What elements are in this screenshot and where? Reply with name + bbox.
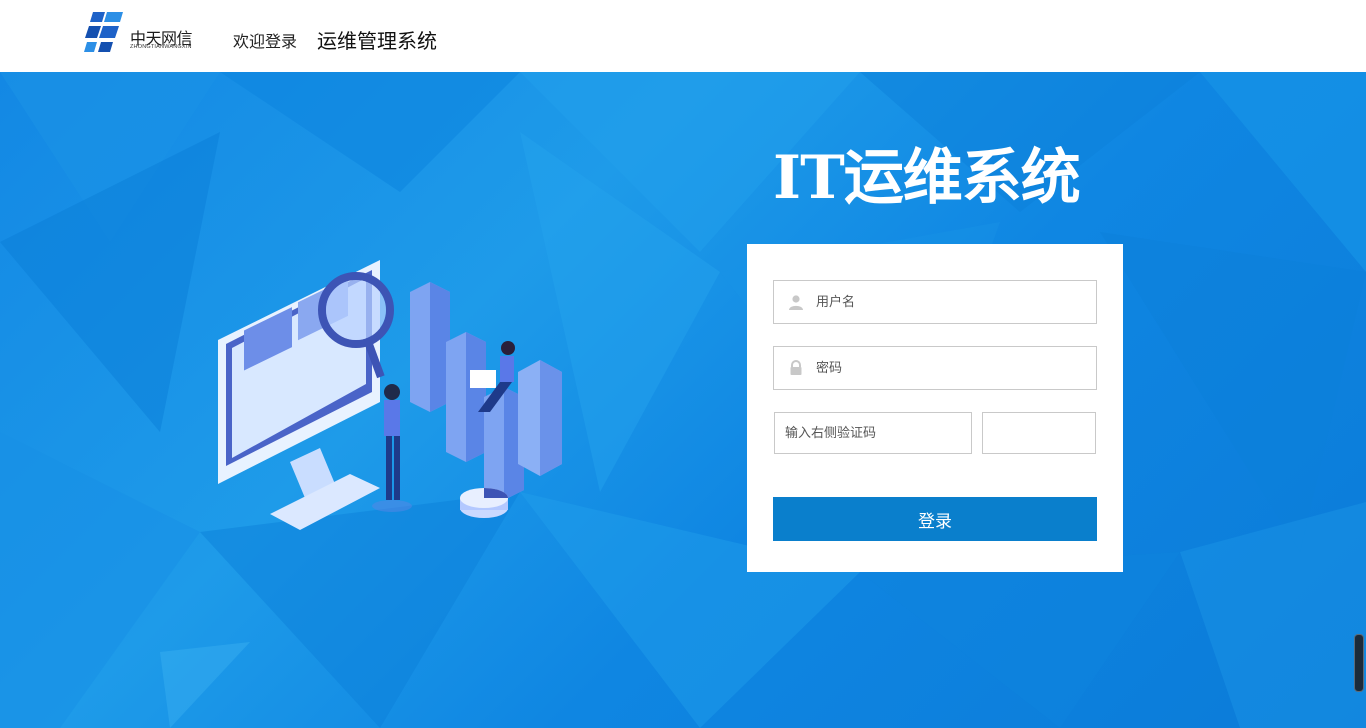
- welcome-text: 欢迎登录: [233, 32, 298, 51]
- top-header: 中天网信 ZHONGTIANWANGXIN 欢迎登录 运维管理系统: [0, 0, 1366, 72]
- company-logo[interactable]: 中天网信 ZHONGTIANWANGXIN: [83, 8, 208, 54]
- user-icon: [789, 295, 803, 310]
- logo-mark-icon: [84, 12, 123, 52]
- username-input[interactable]: [816, 281, 1086, 323]
- captcha-input[interactable]: [785, 413, 965, 453]
- username-field[interactable]: [773, 280, 1097, 324]
- captcha-field[interactable]: [774, 412, 972, 454]
- login-button[interactable]: 登录: [773, 497, 1097, 541]
- password-input[interactable]: [816, 347, 1086, 389]
- login-panel: 登录: [747, 244, 1123, 572]
- captcha-image[interactable]: [982, 412, 1096, 454]
- scrollbar-thumb[interactable]: [1354, 634, 1364, 692]
- system-title: 运维管理系统: [317, 29, 437, 53]
- lock-icon: [790, 360, 802, 375]
- hero-section: IT运维系统 登录: [0, 72, 1366, 728]
- password-field[interactable]: [773, 346, 1097, 390]
- it-operations-illustration: [218, 260, 562, 530]
- logo-english-text: ZHONGTIANWANGXIN: [130, 44, 192, 50]
- hero-title: IT运维系统: [773, 143, 1081, 213]
